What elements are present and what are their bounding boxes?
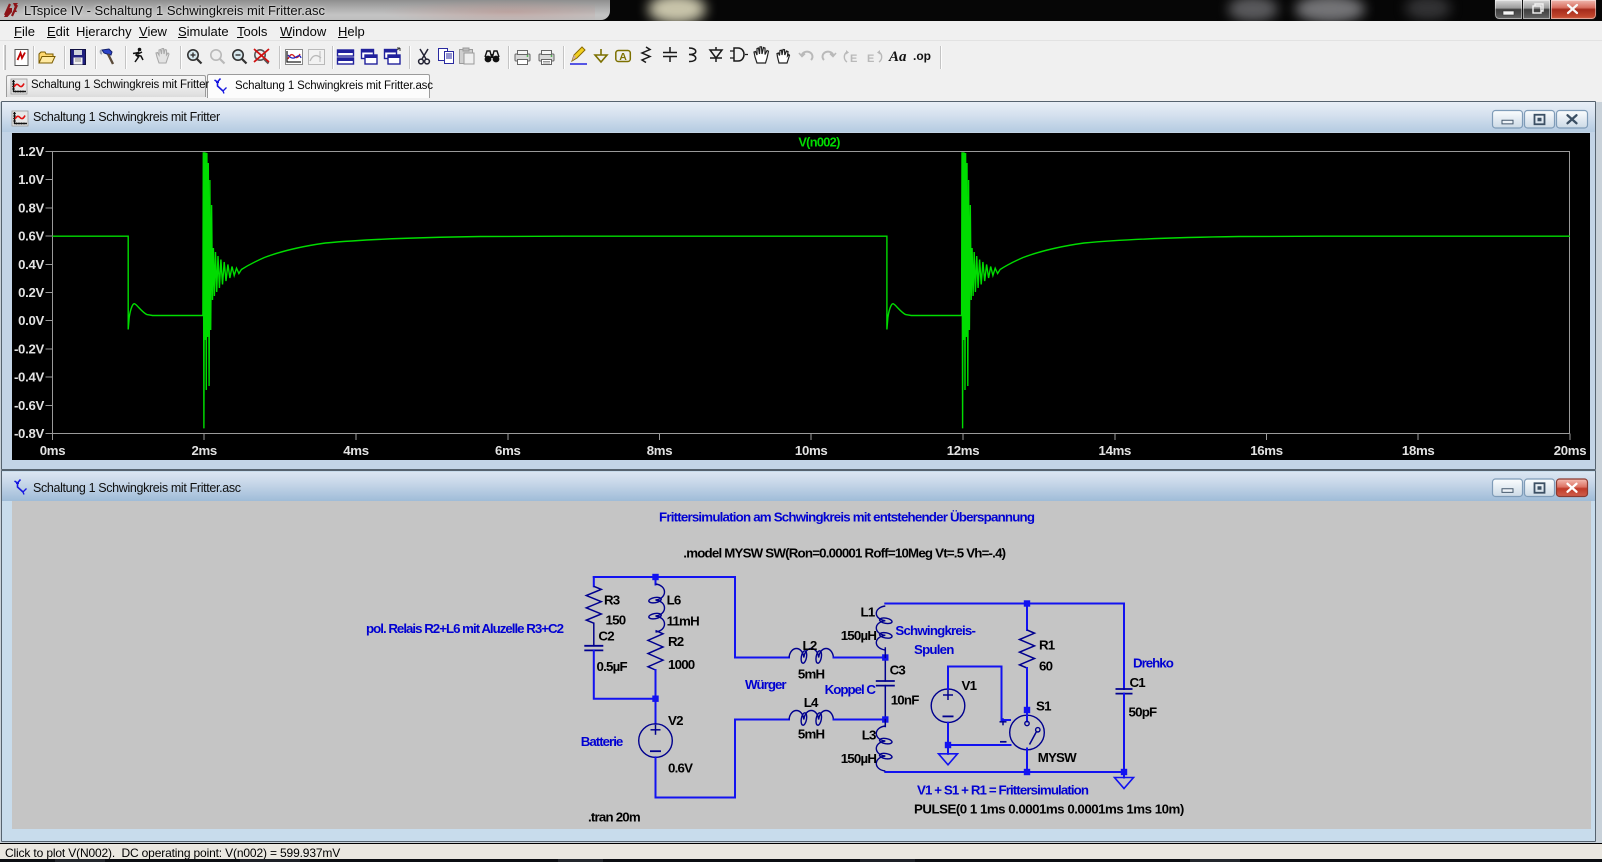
svg-text:E: E xyxy=(867,53,874,65)
svg-text:E: E xyxy=(850,53,857,65)
svg-text:Aa: Aa xyxy=(888,49,907,65)
svg-text:A: A xyxy=(619,51,627,63)
svg-text:.op: .op xyxy=(913,49,931,63)
